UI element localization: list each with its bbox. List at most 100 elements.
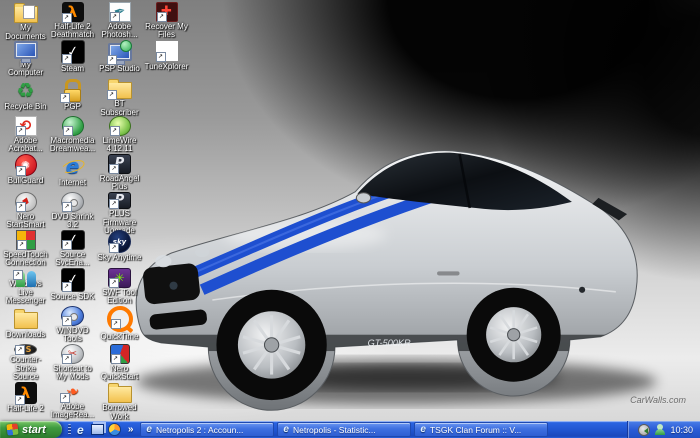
desktop-icon-adobe-acrobat[interactable]: ⟲↗Adobe Acrobat... <box>2 116 49 154</box>
desktop-icon-dvd-shrink[interactable]: ↗ DVD Shrink 3.2 <box>49 192 96 230</box>
desktop-icon-pgp[interactable]: ↗ PGP <box>49 78 96 116</box>
desktop-icon-borrowed-work[interactable]: Borrowed Work <box>96 382 143 421</box>
shortcut-arrow-icon: ↗ <box>106 90 117 100</box>
quick-launch-overflow-chevron[interactable]: » <box>126 421 138 438</box>
shortcut-arrow-icon: ↗ <box>109 125 120 136</box>
show-desktop-quicklaunch[interactable] <box>90 423 104 436</box>
desktop-icon-psp-studio[interactable]: ↗ PSP Studio <box>96 40 143 78</box>
desktop-icon-plus-firmware-upgrade[interactable]: P↗PLUS Firmware Upgrade <box>96 192 143 235</box>
taskbar-window-button-2[interactable]: e TSGK Clan Forum :: V... <box>414 422 549 437</box>
shortcut-arrow-icon: ↗ <box>12 270 23 281</box>
steam-icon: ✓ ↗ <box>60 40 85 64</box>
icon-label: WINDVD Tools <box>56 325 89 344</box>
rocker-stripe-text: GT-500KR <box>368 338 411 348</box>
desktop-icon-nero-startsmart[interactable]: ♦↗Nero StartSmart <box>2 192 49 230</box>
icon-label: BT Subscriber <box>100 99 139 117</box>
icon-label: Nero StartSmart <box>6 211 45 230</box>
roadangel-plus-icon: P ↗ <box>108 154 131 174</box>
front-wheel <box>216 289 327 401</box>
shortcut-arrow-icon: ↗ <box>155 52 166 62</box>
desktop-icon-my-documents[interactable]: My Documents <box>2 2 49 41</box>
desktop-icon-counter-strike-source[interactable]: CS ↗ Counter-Strike Source <box>2 344 49 382</box>
safely-remove-hardware-icon[interactable] <box>638 423 651 436</box>
swf-tool-edition-icon: ✳ ↗ <box>108 268 131 288</box>
shortcut-arrow-icon: ↗ <box>15 166 26 176</box>
desktop-icon-recycle-bin[interactable]: ♻ Recycle Bin <box>2 78 49 116</box>
desktop-icon-quicktime[interactable]: ↗ QuickTime <box>96 306 143 344</box>
desktop-icon-source-svcena[interactable]: ✓ ↗ Source SvcEna... <box>49 230 96 268</box>
desktop-icon-adobe-photoshop[interactable]: ✒↗Adobe Photosh... <box>96 2 143 40</box>
desktop-icon-windvd-tools[interactable]: ↗ WINDVD Tools <box>49 306 96 344</box>
task-button-area: e Netropolis 2 : Accoun... e Netropolis - S… <box>137 421 627 438</box>
source-svcena-icon: ✓ ↗ <box>60 230 85 250</box>
shortcut-arrow-icon: ↗ <box>109 243 119 253</box>
taskbar-clock[interactable]: 10:30 <box>670 425 693 435</box>
icon-label: Steam <box>60 64 85 73</box>
shortcut-arrow-icon: ↗ <box>109 199 119 209</box>
icon-label: SpeedTouch Connection <box>3 249 48 268</box>
icon-label: Recover My Files <box>145 21 188 40</box>
counter-strike-source-icon: CS ↗ <box>14 344 37 356</box>
icon-label: Downloads <box>5 330 46 339</box>
desktop-icon-source-sdk[interactable]: ✓ ↗ Source SDK <box>49 268 96 306</box>
shortcut-arrow-icon: ↗ <box>16 239 27 250</box>
sky-anytime-icon: sky ↗ <box>108 230 131 253</box>
desktop-icon-bt-subscriber[interactable]: ↗ BT Subscriber <box>96 78 143 117</box>
messenger-tray-icon[interactable] <box>655 424 666 435</box>
internet-explorer-icon: e <box>420 424 426 435</box>
desktop-icon-tunexplorer[interactable]: ↗ TuneXplorer <box>143 40 190 78</box>
taskbar-window-button-0[interactable]: e Netropolis 2 : Accoun... <box>140 422 275 437</box>
internet-icon: e <box>60 154 86 178</box>
windows-logo-icon <box>6 423 19 436</box>
desktop-icon-bullguard[interactable]: ✺ ↗ BullGuard <box>2 154 49 192</box>
icon-label: TuneXplorer <box>144 62 189 71</box>
icon-label: Borrowed Work <box>102 403 137 421</box>
desktop-icon-half-life-2[interactable]: λ ↗ Half-Life 2 <box>2 382 49 420</box>
recover-my-files-icon: ✚ ↗ <box>155 2 178 22</box>
desktop-icon-nero-quickstart[interactable]: ↗ Nero QuickStart <box>96 344 143 382</box>
shortcut-arrow-icon: ↗ <box>15 125 26 136</box>
internet-explorer-icon: e <box>146 424 152 435</box>
shortcut-arrow-icon: ↗ <box>14 395 25 405</box>
taskbar-window-button-1[interactable]: e Netropolis - Statistic... <box>277 422 412 437</box>
half-life-2-icon: λ ↗ <box>14 382 37 405</box>
desktop-icon-macromedia-dreamweaver[interactable]: ↗ Macromedia Dreamwea... <box>49 116 96 154</box>
pgp-icon: ↗ <box>59 78 86 103</box>
shortcut-arrow-icon: ↗ <box>156 11 167 22</box>
desktop-icon-windows-live-messenger[interactable]: ↗ Windows Live Messenger <box>2 268 49 306</box>
desktop-icon-steam[interactable]: ✓ ↗ Steam <box>49 40 96 78</box>
half-life-2-deathmatch-icon: λ ↗ <box>61 2 84 23</box>
shortcut-arrow-icon: ↗ <box>61 12 72 23</box>
icon-label: Adobe ImageRea... <box>50 401 95 420</box>
speedtouch-connection-icon: ↗ <box>15 230 36 250</box>
shortcut-arrow-icon: ↗ <box>109 277 119 288</box>
shortcut-arrow-icon: ↗ <box>61 239 72 250</box>
start-label: start <box>22 423 46 436</box>
media-player-quicklaunch[interactable] <box>107 423 121 436</box>
my-documents-icon <box>13 2 39 23</box>
desktop-icon-recover-my-files[interactable]: ✚ ↗ Recover My Files <box>143 2 190 40</box>
adobe-photoshop-icon: ✒↗ <box>108 2 131 22</box>
desktop-icon-shortcut-to-my-mods[interactable]: ✂ ↗ Shortcut to My Mods <box>49 344 96 382</box>
icon-label: Half-Life 2 Deathmatch <box>50 21 95 40</box>
desktop-icon-internet[interactable]: e Internet <box>49 154 96 192</box>
icon-label: PGP <box>64 102 81 111</box>
desktop-icon-sky-anytime[interactable]: sky ↗ Sky Anytime <box>96 230 143 268</box>
limewire-icon: ↗ <box>108 116 131 136</box>
internet-explorer-quicklaunch[interactable]: e <box>74 422 87 437</box>
desktop-icon-speedtouch-connection[interactable]: ↗ SpeedTouch Connection <box>2 230 49 268</box>
internet-explorer-quicklaunch-icon: e <box>77 422 84 437</box>
start-button[interactable]: start <box>0 421 62 438</box>
icon-label: Shortcut to My Mods <box>53 363 92 382</box>
desktop-icon-swf-tool-edition[interactable]: ✳ ↗ SWF Tool Edition <box>96 268 143 306</box>
desktop-icon-roadangel-plus[interactable]: P ↗ RoadAngel Plus <box>96 154 143 192</box>
desktop-icon-half-life-2-deathmatch[interactable]: λ ↗ Half-Life 2 Deathmatch <box>49 2 96 40</box>
desktop-icon-adobe-imageready[interactable]: ❧ ↗ Adobe ImageRea... <box>49 381 96 420</box>
icon-label: BullGuard <box>7 176 44 185</box>
windvd-tools-icon: ↗ <box>61 306 84 326</box>
desktop-icon-downloads[interactable]: Downloads <box>2 306 49 344</box>
icon-label: Adobe Acrobat... <box>8 135 43 154</box>
desktop-icon-my-computer[interactable]: My Computer <box>2 40 49 78</box>
borrowed-work-icon <box>107 382 133 403</box>
desktop-icon-limewire[interactable]: ↗ LimeWire 4.12.11 <box>96 116 143 154</box>
